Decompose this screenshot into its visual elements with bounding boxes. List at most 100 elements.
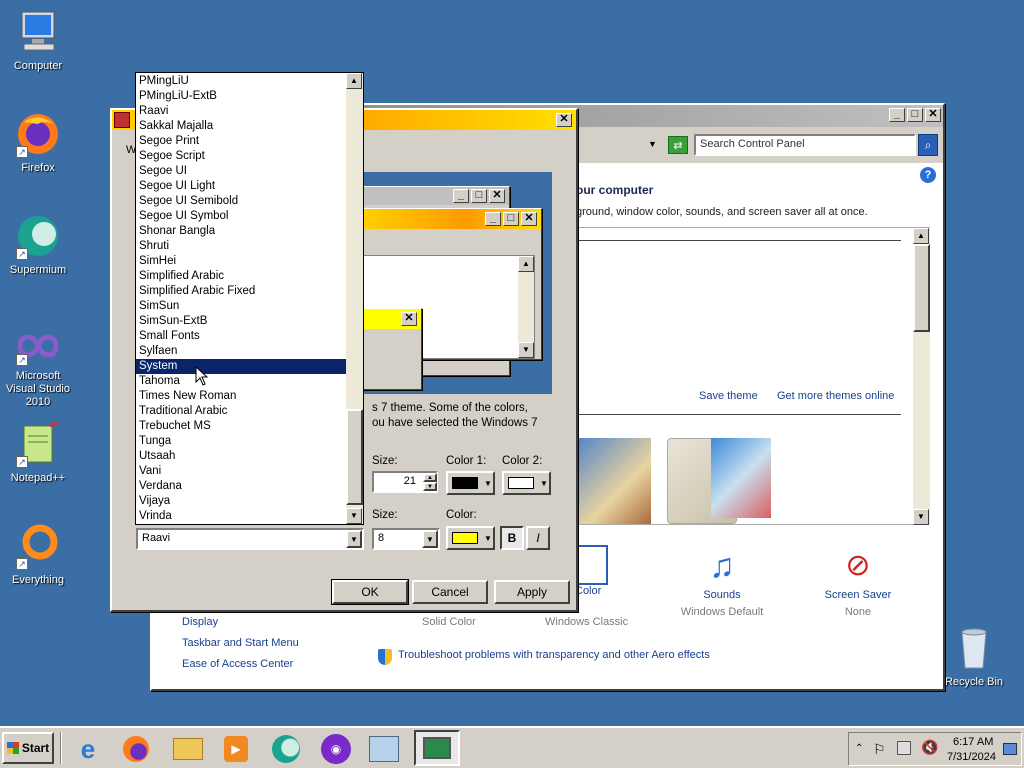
font-list-item[interactable]: Sakkal Majalla	[136, 119, 347, 134]
get-more-themes-link[interactable]: Get more themes online	[777, 390, 894, 402]
desktop-icon-label: Computer	[13, 60, 63, 72]
theme-thumbnail-flowers[interactable]	[711, 438, 771, 518]
window-color-value: Solid Color	[422, 616, 476, 628]
font-list-item[interactable]: Segoe Print	[136, 134, 347, 149]
apply-button[interactable]: Apply	[494, 580, 570, 604]
display-taskbar-icon[interactable]	[414, 730, 460, 766]
theme-thumbnail-nature[interactable]	[579, 438, 651, 524]
font-select[interactable]: Raavi	[136, 528, 364, 550]
desktop-icon-notepadpp[interactable]: ↗ Notepad++	[0, 420, 76, 485]
font-list-scroll-down[interactable]: ▼	[346, 508, 362, 524]
size-spin-up[interactable]: ▲	[423, 473, 437, 482]
font-list-item[interactable]: Shonar Bangla	[136, 224, 347, 239]
font-list-item[interactable]: Segoe UI Semibold	[136, 194, 347, 209]
flag-icon[interactable]: ⚐	[873, 741, 886, 758]
address-dropdown-icon[interactable]: ▼	[648, 139, 657, 149]
font-list-item[interactable]: Vijaya	[136, 494, 347, 509]
window-color-item[interactable]: w Color	[564, 545, 656, 597]
clock-time[interactable]: 6:17 AM	[953, 736, 993, 748]
supermium-icon: ↗	[14, 212, 62, 260]
scroll-thumb[interactable]	[913, 244, 930, 332]
font-list-item[interactable]: Shruti	[136, 239, 347, 254]
maximize-button[interactable]: □	[907, 108, 923, 122]
screen-saver-icon: ⊘	[845, 549, 871, 582]
font-dropdown-list[interactable]: PMingLiU PMingLiU-ExtB Raavi Sakkal Majalla…	[135, 72, 364, 525]
font-list-item[interactable]: PMingLiU-ExtB	[136, 89, 347, 104]
see-also-taskbar[interactable]: Taskbar and Start Menu	[182, 637, 299, 649]
volume-muted-icon[interactable]: 🔇	[921, 739, 938, 756]
font-size-dropdown-button[interactable]: ▼	[422, 530, 438, 548]
network-icon[interactable]	[897, 741, 911, 755]
sounds-item[interactable]: ♫ Sounds Windows Default	[672, 543, 772, 618]
themes-scrollbar[interactable]: ▲ ▼	[913, 228, 930, 525]
font-list-scrollbar[interactable]: ▲ ▼	[346, 73, 363, 524]
start-button[interactable]: Start	[2, 732, 54, 764]
font-list-item[interactable]: Segoe Script	[136, 149, 347, 164]
close-button[interactable]: ✕	[925, 108, 941, 122]
font-list-item[interactable]: SimSun-ExtB	[136, 314, 347, 329]
desktop-icon-recycle-bin[interactable]: Recycle Bin	[936, 624, 1012, 689]
see-also-ease-of-access[interactable]: Ease of Access Center	[182, 658, 293, 670]
explorer-icon[interactable]	[170, 732, 206, 766]
font-list-item[interactable]: SimSun	[136, 299, 347, 314]
desktop-icon-supermium[interactable]: ↗ Supermium	[0, 212, 76, 277]
font-list-item[interactable]: Simplified Arabic	[136, 269, 347, 284]
color1-picker[interactable]: ▼	[446, 471, 495, 495]
clock-date[interactable]: 7/31/2024	[947, 751, 996, 763]
font-list-item[interactable]: Vani	[136, 464, 347, 479]
troubleshoot-link[interactable]: Troubleshoot problems with transparency …	[398, 649, 710, 661]
refresh-icon[interactable]: ⇄	[668, 136, 688, 154]
show-desktop-icon[interactable]	[1003, 743, 1017, 755]
ok-button[interactable]: OK	[331, 579, 409, 605]
help-icon[interactable]: ?	[920, 167, 936, 183]
search-input[interactable]: Search Control Panel	[694, 134, 916, 156]
font-list-item[interactable]: Vrinda	[136, 509, 347, 524]
search-icon[interactable]: ⌕	[918, 134, 938, 156]
font-list-scroll-thumb[interactable]	[346, 409, 363, 505]
font-size-label: Size:	[372, 509, 398, 521]
supermium-taskbar-icon[interactable]	[268, 732, 304, 766]
font-list-item[interactable]: Tahoma	[136, 374, 347, 389]
desktop-icon-computer[interactable]: Computer	[0, 8, 76, 73]
mask-app-icon[interactable]: ◉	[318, 732, 354, 766]
font-list-item[interactable]: Raavi	[136, 104, 347, 119]
scroll-down-arrow[interactable]: ▼	[913, 509, 929, 525]
control-panel-taskbar-icon[interactable]	[366, 732, 402, 766]
tray-expand-icon[interactable]: ⌃	[855, 743, 863, 754]
minimize-button[interactable]: _	[889, 108, 905, 122]
font-list-item[interactable]: Small Fonts	[136, 329, 347, 344]
font-list-item[interactable]: PMingLiU	[136, 74, 347, 89]
firefox-taskbar-icon[interactable]	[118, 732, 154, 766]
media-player-icon[interactable]: ▶	[218, 732, 254, 766]
color2-picker[interactable]: ▼	[502, 471, 551, 495]
font-list-item[interactable]: Verdana	[136, 479, 347, 494]
font-list-item[interactable]: System	[136, 359, 347, 374]
see-also-display[interactable]: Display	[182, 616, 218, 628]
desktop-icon-everything[interactable]: ↗ Everything	[0, 522, 76, 587]
bold-button[interactable]: B	[500, 526, 524, 550]
font-select-dropdown-button[interactable]: ▼	[346, 530, 362, 548]
font-list-item[interactable]: SimHei	[136, 254, 347, 269]
size-spin-down[interactable]: ▼	[423, 482, 437, 491]
font-color-picker[interactable]: ▼	[446, 526, 495, 550]
font-list-item[interactable]: Utsaah	[136, 449, 347, 464]
dialog-close-button[interactable]: ✕	[556, 113, 572, 127]
save-theme-link[interactable]: Save theme	[699, 390, 758, 402]
font-list-item[interactable]: Trebuchet MS	[136, 419, 347, 434]
font-list-item[interactable]: Tunga	[136, 434, 347, 449]
desktop-icon-firefox[interactable]: ↗ Firefox	[0, 110, 76, 175]
ie-icon[interactable]: e	[70, 732, 106, 766]
font-list-item[interactable]: Traditional Arabic	[136, 404, 347, 419]
italic-button[interactable]: I	[526, 526, 550, 550]
font-list-item[interactable]: Sylfaen	[136, 344, 347, 359]
desktop-icon-visual-studio[interactable]: ↗ Microsoft Visual Studio 2010	[0, 326, 76, 409]
font-list-item[interactable]: Segoe UI	[136, 164, 347, 179]
font-list-item[interactable]: Times New Roman	[136, 389, 347, 404]
font-list-item[interactable]: Simplified Arabic Fixed	[136, 284, 347, 299]
scroll-up-arrow[interactable]: ▲	[913, 228, 929, 244]
cancel-button[interactable]: Cancel	[412, 580, 488, 604]
screen-saver-item[interactable]: ⊘ Screen Saver None	[808, 543, 908, 618]
font-list-item[interactable]: Segoe UI Symbol	[136, 209, 347, 224]
font-list-item[interactable]: Segoe UI Light	[136, 179, 347, 194]
font-list-scroll-up[interactable]: ▲	[346, 73, 362, 89]
